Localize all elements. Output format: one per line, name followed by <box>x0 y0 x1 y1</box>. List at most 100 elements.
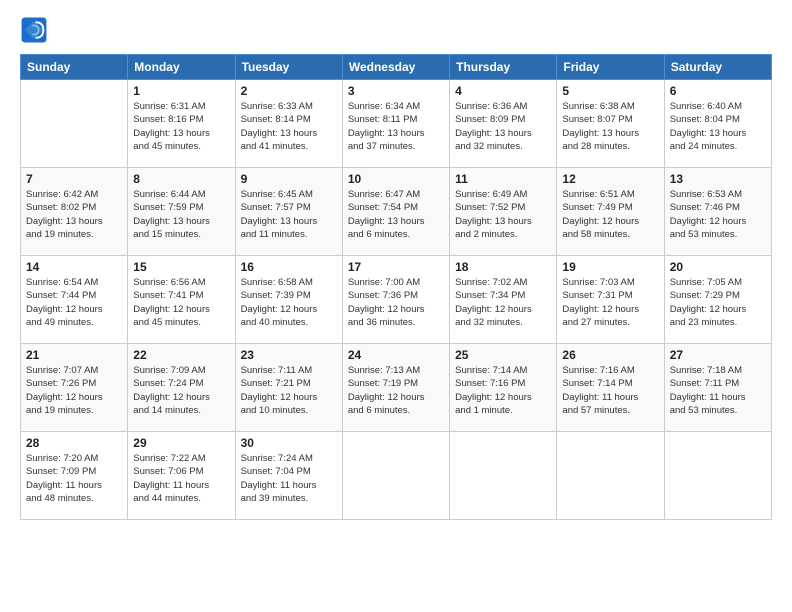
logo-icon <box>20 16 48 44</box>
day-number: 10 <box>348 172 444 186</box>
calendar-cell: 19 Sunrise: 7:03 AM Sunset: 7:31 PM Dayli… <box>557 256 664 344</box>
calendar-week-row: 1Sunrise: 6:31 AM Sunset: 8:16 PM Daylig… <box>21 80 772 168</box>
day-info: Sunrise: 6:40 AM Sunset: 8:04 PM Dayligh… <box>670 100 766 153</box>
calendar-cell <box>450 432 557 520</box>
day-number: 29 <box>133 436 229 450</box>
calendar-body: 1Sunrise: 6:31 AM Sunset: 8:16 PM Daylig… <box>21 80 772 520</box>
calendar-cell: 12 Sunrise: 6:51 AM Sunset: 7:49 PM Dayli… <box>557 168 664 256</box>
day-number: 2 <box>241 84 337 98</box>
calendar-cell: 20 Sunrise: 7:05 AM Sunset: 7:29 PM Dayli… <box>664 256 771 344</box>
calendar-cell: 21 Sunrise: 7:07 AM Sunset: 7:26 PM Dayli… <box>21 344 128 432</box>
day-info: Sunrise: 7:13 AM Sunset: 7:19 PM Dayligh… <box>348 364 444 417</box>
calendar-cell: 5 Sunrise: 6:38 AM Sunset: 8:07 PM Daylig… <box>557 80 664 168</box>
calendar-week-row: 28 Sunrise: 7:20 AM Sunset: 7:09 PM Dayli… <box>21 432 772 520</box>
day-info: Sunrise: 6:58 AM Sunset: 7:39 PM Dayligh… <box>241 276 337 329</box>
day-info: Sunrise: 7:05 AM Sunset: 7:29 PM Dayligh… <box>670 276 766 329</box>
day-number: 17 <box>348 260 444 274</box>
day-number: 8 <box>133 172 229 186</box>
day-info: Sunrise: 6:54 AM Sunset: 7:44 PM Dayligh… <box>26 276 122 329</box>
calendar-cell: 17 Sunrise: 7:00 AM Sunset: 7:36 PM Dayli… <box>342 256 449 344</box>
calendar-cell: 28 Sunrise: 7:20 AM Sunset: 7:09 PM Dayli… <box>21 432 128 520</box>
day-info: Sunrise: 7:07 AM Sunset: 7:26 PM Dayligh… <box>26 364 122 417</box>
day-number: 22 <box>133 348 229 362</box>
day-info: Sunrise: 6:51 AM Sunset: 7:49 PM Dayligh… <box>562 188 658 241</box>
day-info: Sunrise: 6:33 AM Sunset: 8:14 PM Dayligh… <box>241 100 337 153</box>
day-info: Sunrise: 6:44 AM Sunset: 7:59 PM Dayligh… <box>133 188 229 241</box>
day-number: 16 <box>241 260 337 274</box>
day-info: Sunrise: 7:02 AM Sunset: 7:34 PM Dayligh… <box>455 276 551 329</box>
logo <box>20 16 52 44</box>
calendar-cell: 24 Sunrise: 7:13 AM Sunset: 7:19 PM Dayli… <box>342 344 449 432</box>
day-info: Sunrise: 7:20 AM Sunset: 7:09 PM Dayligh… <box>26 452 122 505</box>
day-info: Sunrise: 6:47 AM Sunset: 7:54 PM Dayligh… <box>348 188 444 241</box>
calendar-cell: 18 Sunrise: 7:02 AM Sunset: 7:34 PM Dayli… <box>450 256 557 344</box>
day-number: 24 <box>348 348 444 362</box>
day-info: Sunrise: 6:56 AM Sunset: 7:41 PM Dayligh… <box>133 276 229 329</box>
weekday-header: Thursday <box>450 55 557 80</box>
day-number: 15 <box>133 260 229 274</box>
day-number: 5 <box>562 84 658 98</box>
calendar-cell: 4Sunrise: 6:36 AM Sunset: 8:09 PM Daylig… <box>450 80 557 168</box>
weekday-header: Sunday <box>21 55 128 80</box>
calendar-week-row: 7Sunrise: 6:42 AM Sunset: 8:02 PM Daylig… <box>21 168 772 256</box>
day-number: 11 <box>455 172 551 186</box>
calendar-cell: 6 Sunrise: 6:40 AM Sunset: 8:04 PM Daylig… <box>664 80 771 168</box>
calendar-cell: 16 Sunrise: 6:58 AM Sunset: 7:39 PM Dayli… <box>235 256 342 344</box>
calendar-cell: 8 Sunrise: 6:44 AM Sunset: 7:59 PM Daylig… <box>128 168 235 256</box>
day-info: Sunrise: 6:45 AM Sunset: 7:57 PM Dayligh… <box>241 188 337 241</box>
day-info: Sunrise: 7:22 AM Sunset: 7:06 PM Dayligh… <box>133 452 229 505</box>
calendar-cell <box>21 80 128 168</box>
day-info: Sunrise: 6:42 AM Sunset: 8:02 PM Dayligh… <box>26 188 122 241</box>
calendar-cell: 10 Sunrise: 6:47 AM Sunset: 7:54 PM Dayli… <box>342 168 449 256</box>
day-number: 3 <box>348 84 444 98</box>
day-number: 20 <box>670 260 766 274</box>
calendar-cell: 14 Sunrise: 6:54 AM Sunset: 7:44 PM Dayli… <box>21 256 128 344</box>
calendar-cell: 26 Sunrise: 7:16 AM Sunset: 7:14 PM Dayli… <box>557 344 664 432</box>
day-info: Sunrise: 7:16 AM Sunset: 7:14 PM Dayligh… <box>562 364 658 417</box>
weekday-header: Wednesday <box>342 55 449 80</box>
weekday-header: Monday <box>128 55 235 80</box>
calendar-cell: 27 Sunrise: 7:18 AM Sunset: 7:11 PM Dayli… <box>664 344 771 432</box>
day-info: Sunrise: 6:49 AM Sunset: 7:52 PM Dayligh… <box>455 188 551 241</box>
day-info: Sunrise: 7:14 AM Sunset: 7:16 PM Dayligh… <box>455 364 551 417</box>
weekday-header: Tuesday <box>235 55 342 80</box>
day-info: Sunrise: 7:09 AM Sunset: 7:24 PM Dayligh… <box>133 364 229 417</box>
day-number: 14 <box>26 260 122 274</box>
day-number: 28 <box>26 436 122 450</box>
day-info: Sunrise: 6:38 AM Sunset: 8:07 PM Dayligh… <box>562 100 658 153</box>
day-number: 30 <box>241 436 337 450</box>
page: SundayMondayTuesdayWednesdayThursdayFrid… <box>0 0 792 612</box>
day-info: Sunrise: 7:24 AM Sunset: 7:04 PM Dayligh… <box>241 452 337 505</box>
weekday-header: Friday <box>557 55 664 80</box>
day-number: 21 <box>26 348 122 362</box>
day-info: Sunrise: 6:53 AM Sunset: 7:46 PM Dayligh… <box>670 188 766 241</box>
calendar-cell: 22 Sunrise: 7:09 AM Sunset: 7:24 PM Dayli… <box>128 344 235 432</box>
day-info: Sunrise: 7:03 AM Sunset: 7:31 PM Dayligh… <box>562 276 658 329</box>
day-number: 26 <box>562 348 658 362</box>
day-info: Sunrise: 7:11 AM Sunset: 7:21 PM Dayligh… <box>241 364 337 417</box>
day-number: 9 <box>241 172 337 186</box>
day-info: Sunrise: 6:31 AM Sunset: 8:16 PM Dayligh… <box>133 100 229 153</box>
calendar-cell: 13Sunrise: 6:53 AM Sunset: 7:46 PM Dayli… <box>664 168 771 256</box>
day-info: Sunrise: 7:00 AM Sunset: 7:36 PM Dayligh… <box>348 276 444 329</box>
calendar-cell: 2 Sunrise: 6:33 AM Sunset: 8:14 PM Daylig… <box>235 80 342 168</box>
calendar-cell: 7Sunrise: 6:42 AM Sunset: 8:02 PM Daylig… <box>21 168 128 256</box>
day-info: Sunrise: 7:18 AM Sunset: 7:11 PM Dayligh… <box>670 364 766 417</box>
header <box>20 16 772 44</box>
day-number: 25 <box>455 348 551 362</box>
day-number: 6 <box>670 84 766 98</box>
day-number: 12 <box>562 172 658 186</box>
calendar-cell: 30 Sunrise: 7:24 AM Sunset: 7:04 PM Dayli… <box>235 432 342 520</box>
day-info: Sunrise: 6:36 AM Sunset: 8:09 PM Dayligh… <box>455 100 551 153</box>
calendar-cell: 9 Sunrise: 6:45 AM Sunset: 7:57 PM Daylig… <box>235 168 342 256</box>
calendar-cell: 11 Sunrise: 6:49 AM Sunset: 7:52 PM Dayli… <box>450 168 557 256</box>
day-number: 18 <box>455 260 551 274</box>
calendar-cell: 3Sunrise: 6:34 AM Sunset: 8:11 PM Daylig… <box>342 80 449 168</box>
calendar-week-row: 21 Sunrise: 7:07 AM Sunset: 7:26 PM Dayli… <box>21 344 772 432</box>
calendar-cell <box>557 432 664 520</box>
day-number: 23 <box>241 348 337 362</box>
day-number: 19 <box>562 260 658 274</box>
day-number: 27 <box>670 348 766 362</box>
calendar-cell: 1Sunrise: 6:31 AM Sunset: 8:16 PM Daylig… <box>128 80 235 168</box>
calendar-cell: 23 Sunrise: 7:11 AM Sunset: 7:21 PM Dayli… <box>235 344 342 432</box>
